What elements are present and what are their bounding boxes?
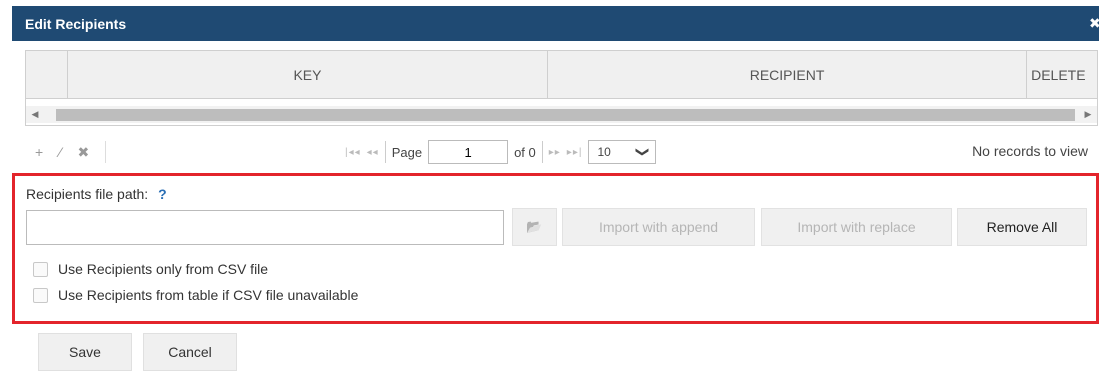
grid-tools: + ⁄ ✖ — [35, 141, 107, 163]
table-fallback-label: Use Recipients from table if CSV file un… — [58, 287, 359, 303]
add-row-icon[interactable]: + — [35, 144, 43, 163]
chevron-down-icon: ❯ — [634, 146, 650, 158]
delete-row-icon[interactable]: ✖ — [78, 144, 90, 163]
prev-page-icon[interactable]: ◂◂ — [367, 147, 379, 158]
column-header-key[interactable]: KEY — [68, 51, 549, 98]
cancel-button[interactable]: Cancel — [143, 333, 237, 371]
scrollbar-thumb[interactable] — [56, 109, 1075, 121]
divider — [384, 141, 386, 163]
dialog-title: Edit Recipients — [25, 15, 127, 32]
grid-header: KEY RECIPIENT DELETE — [26, 51, 1097, 99]
page-navigation: |◂◂ ◂◂ Page of 0 ▸▸ ▸▸| 10 ❯ — [345, 138, 657, 166]
folder-open-icon: 📂 — [526, 219, 543, 234]
table-fallback-option[interactable]: Use Recipients from table if CSV file un… — [33, 287, 358, 303]
page-number-input[interactable] — [428, 140, 509, 164]
next-page-icon[interactable]: ▸▸ — [549, 147, 561, 158]
csv-only-label: Use Recipients only from CSV file — [58, 261, 269, 277]
table-fallback-checkbox[interactable] — [33, 287, 48, 303]
edit-row-icon[interactable]: ⁄ — [59, 144, 61, 163]
import-replace-button[interactable]: Import with replace — [761, 208, 952, 246]
first-page-icon[interactable]: |◂◂ — [345, 147, 361, 158]
help-icon[interactable]: ? — [158, 186, 167, 202]
csv-only-option[interactable]: Use Recipients only from CSV file — [33, 261, 268, 277]
column-header-recipient[interactable]: RECIPIENT — [548, 51, 1028, 98]
page-count: of 0 — [514, 144, 536, 160]
divider — [541, 141, 543, 163]
path-label-row: Recipients file path: ? — [26, 186, 167, 202]
page-label: Page — [391, 144, 423, 160]
dialog-titlebar: Edit Recipients ✖ — [12, 6, 1099, 41]
select-column-header — [26, 51, 68, 98]
close-icon[interactable]: ✖ — [1089, 6, 1099, 41]
horizontal-scrollbar[interactable]: ◀ ▶ — [26, 106, 1097, 123]
recipients-path-label: Recipients file path: — [26, 186, 149, 202]
records-status: No records to view — [972, 143, 1088, 159]
grid-pager: + ⁄ ✖ |◂◂ ◂◂ Page of 0 ▸▸ ▸▸| 10 ❯ No re… — [25, 138, 1098, 168]
rows-per-page-value: 10 — [597, 145, 611, 159]
csv-only-checkbox[interactable] — [33, 261, 48, 277]
recipients-grid: KEY RECIPIENT DELETE ◀ ▶ — [25, 50, 1098, 126]
scroll-left-icon[interactable]: ◀ — [26, 106, 44, 123]
rows-per-page-select[interactable]: 10 ❯ — [588, 140, 657, 164]
save-button[interactable]: Save — [38, 333, 132, 371]
remove-all-button[interactable]: Remove All — [957, 208, 1087, 246]
column-header-delete[interactable]: DELETE — [1027, 51, 1097, 98]
import-panel: Recipients file path: ? 📂 Import with ap… — [12, 173, 1099, 324]
divider — [105, 141, 107, 163]
import-append-button[interactable]: Import with append — [562, 208, 755, 246]
last-page-icon[interactable]: ▸▸| — [567, 147, 583, 158]
browse-folder-button[interactable]: 📂 — [512, 208, 557, 246]
recipients-file-path-input[interactable] — [26, 210, 504, 245]
scroll-right-icon[interactable]: ▶ — [1079, 106, 1097, 123]
